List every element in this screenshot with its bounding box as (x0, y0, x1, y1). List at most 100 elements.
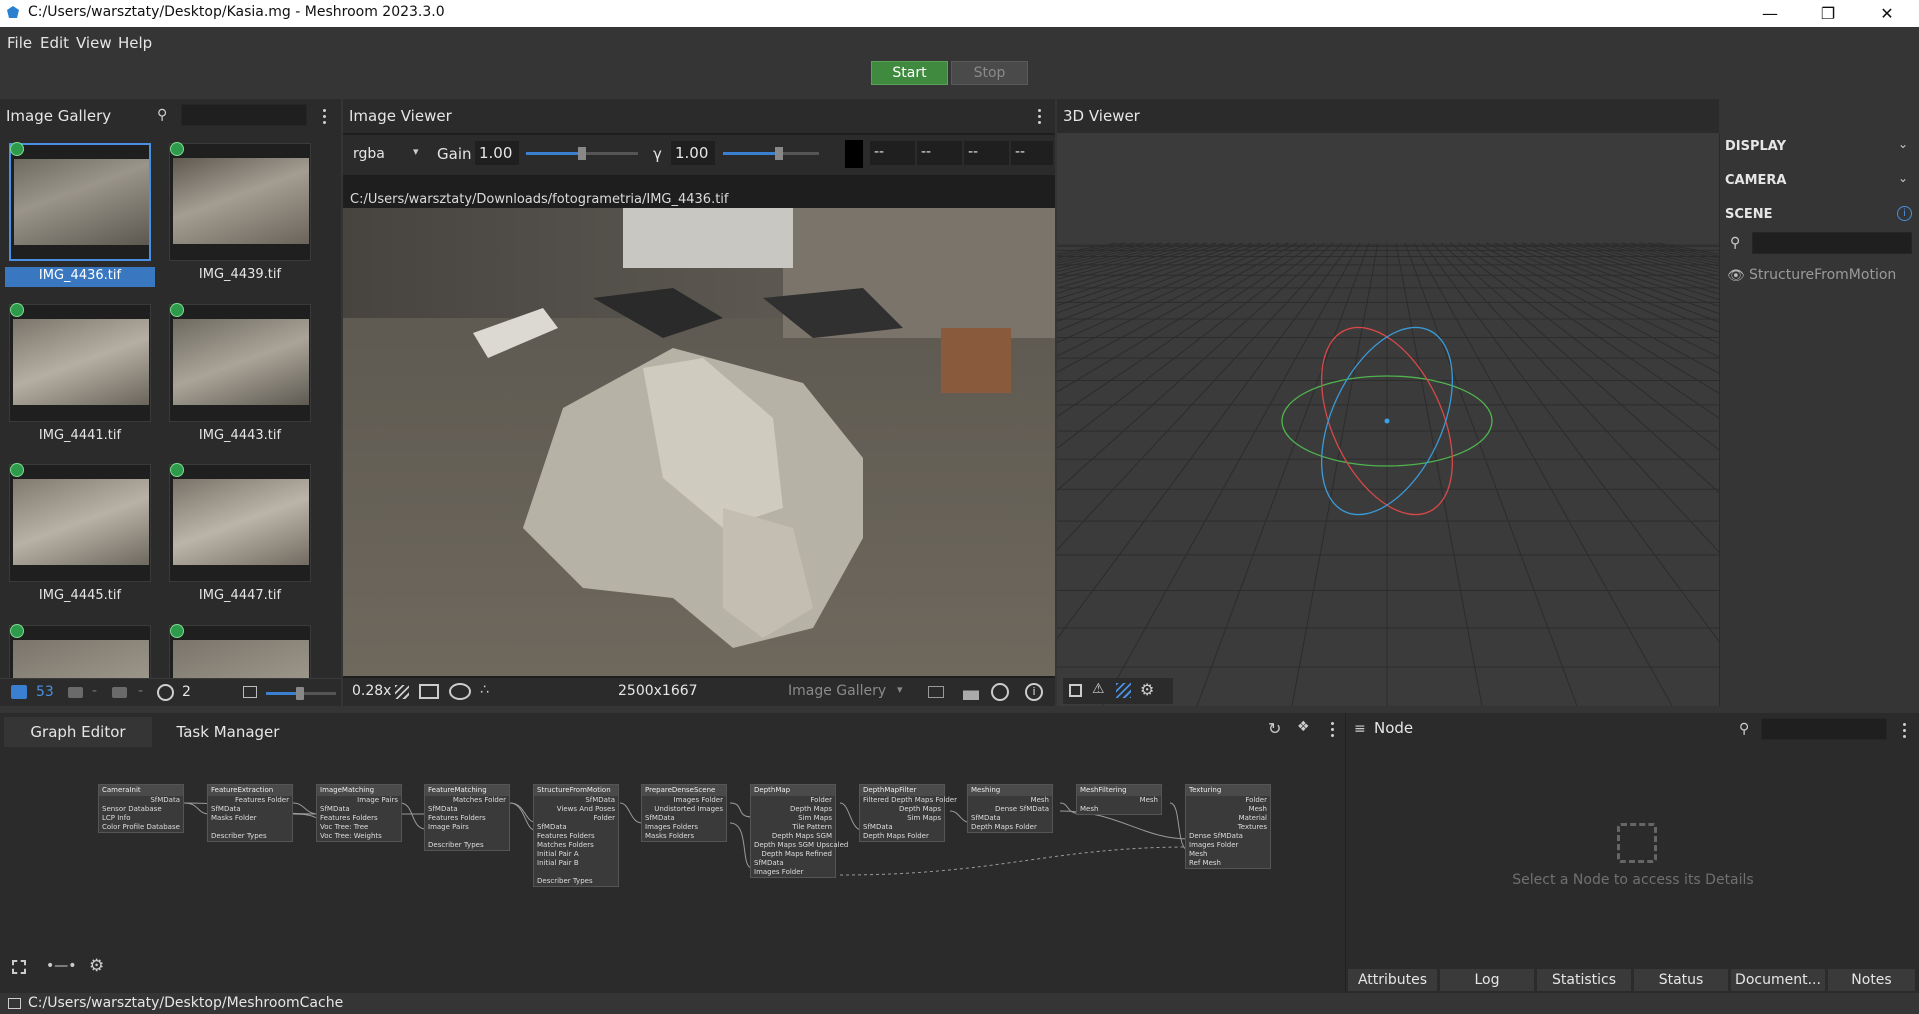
graph-node-input[interactable] (534, 868, 618, 877)
gallery-thumbnail[interactable]: IMG_4436.tif (5, 139, 155, 289)
section-camera[interactable]: CAMERA (1725, 173, 1787, 188)
graph-node-input[interactable]: Mesh (1186, 850, 1270, 859)
graph-node-input[interactable] (425, 832, 509, 841)
slider-handle[interactable] (775, 147, 783, 160)
section-scene[interactable]: SCENE (1725, 207, 1773, 222)
graph-node[interactable]: FeatureExtraction Features Folder SfMData M… (207, 784, 293, 842)
aperture-icon[interactable] (157, 684, 174, 701)
graph-node-input[interactable] (208, 823, 292, 832)
thumbnail-size-slider[interactable] (266, 687, 336, 700)
chevron-down-icon[interactable]: ▾ (413, 145, 419, 158)
camera-icon[interactable] (68, 687, 83, 698)
tab-status[interactable]: Status (1634, 969, 1729, 991)
menu-edit[interactable]: Edit (40, 34, 69, 52)
graph-node-input[interactable]: SfMData (751, 859, 835, 868)
graph-node-output[interactable]: SfMData (534, 796, 618, 805)
gallery-search-input[interactable] (181, 104, 307, 126)
graph-node[interactable]: Texturing Folder Mesh Material Textures Dense… (1185, 784, 1271, 869)
graph-node[interactable]: DepthMap Folder Depth Maps Sim Maps Tile Pat… (750, 784, 848, 878)
graph-node-input[interactable]: Mesh (1077, 805, 1161, 814)
tab-notes[interactable]: Notes (1828, 969, 1916, 991)
start-button[interactable]: Start (871, 61, 948, 85)
graph-node-input[interactable]: Images Folder (751, 868, 835, 877)
tab-log[interactable]: Log (1440, 969, 1535, 991)
points-icon[interactable]: ∴ (480, 682, 489, 698)
graph-node-input[interactable]: SfMData (642, 814, 726, 823)
gallery-thumbnail[interactable]: IMG_4445.tif (5, 460, 155, 610)
graph-node-input[interactable]: SfMData (534, 823, 618, 832)
image-icon[interactable] (11, 685, 27, 699)
frame-icon[interactable] (419, 684, 439, 699)
graph-node-input[interactable]: Describer Types (425, 841, 509, 850)
image-canvas[interactable] (343, 208, 1055, 676)
eye-icon[interactable]: 👁 (1727, 268, 1745, 284)
gallery-thumbnail[interactable] (5, 621, 155, 678)
graph-node[interactable]: FeatureMatching Matches Folder SfMData Feat… (424, 784, 510, 851)
lens-icon[interactable] (449, 683, 471, 700)
graph-node-input[interactable]: Ref Mesh (1186, 859, 1270, 868)
graph-node-input[interactable]: SfMData (425, 805, 509, 814)
fit-icon[interactable] (12, 960, 26, 974)
tab-attributes[interactable]: Attributes (1348, 969, 1438, 991)
scene-item[interactable]: StructureFromMotion (1749, 267, 1896, 283)
refresh-icon[interactable]: ↻ (1268, 719, 1281, 738)
graph-node-output[interactable]: Dense SfMData (968, 805, 1052, 814)
graph-node-output[interactable]: Tile Pattern (751, 823, 835, 832)
graph-node-input[interactable]: Depth Maps Folder (860, 832, 944, 841)
graph-node-input[interactable]: Matches Folders (534, 841, 618, 850)
graph-node-input[interactable]: Features Folders (425, 814, 509, 823)
graph-node-output[interactable]: Features Folder (208, 796, 292, 805)
graph-node-input[interactable]: Sensor Database (99, 805, 183, 814)
graph-node-input[interactable]: Describer Types (208, 832, 292, 841)
gallery-thumbnail[interactable]: IMG_4443.tif (165, 300, 315, 450)
menu-help[interactable]: Help (118, 34, 152, 52)
source-select[interactable]: Image Gallery (788, 683, 886, 699)
warning-icon[interactable]: ⚠ (1092, 681, 1105, 697)
graph-node[interactable]: MeshFiltering Mesh Mesh (1076, 784, 1162, 815)
gear-icon[interactable]: ⚙ (89, 956, 104, 976)
graph-node-output[interactable]: Depth Maps Refined (751, 850, 835, 859)
graph-node-input[interactable]: Color Profile Database (99, 823, 183, 832)
minimize-button[interactable]: — (1747, 0, 1793, 27)
square-icon[interactable] (1069, 684, 1082, 697)
graph-node-output[interactable]: Mesh (1186, 805, 1270, 814)
graph-node-output[interactable]: Depth Maps SGM (751, 832, 835, 841)
graph-node-output[interactable]: Depth Maps (751, 805, 835, 814)
gallery-menu-icon[interactable] (319, 107, 329, 125)
graph-node-input[interactable]: Voc Tree: Tree (317, 823, 401, 832)
graph-node-input[interactable]: Features Folders (317, 814, 401, 823)
graph-node-output[interactable]: Folder (1186, 796, 1270, 805)
chevron-down-icon[interactable]: ⌄ (1898, 137, 1908, 151)
gain-input[interactable]: 1.00 (475, 141, 519, 165)
graph-node[interactable]: DepthMapFilter Filtered Depth Maps Folder… (859, 784, 957, 842)
graph-node-output[interactable]: Sim Maps (751, 814, 835, 823)
graph-node-input[interactable]: Initial Pair A (534, 850, 618, 859)
graph-node-output[interactable]: Depth Maps (860, 805, 944, 814)
graph-node-input[interactable]: LCP Info (99, 814, 183, 823)
gallery-thumbnail[interactable]: IMG_4439.tif (165, 139, 315, 289)
graph-node-input[interactable]: Initial Pair B (534, 859, 618, 868)
graph-node-input[interactable]: Images Folders (642, 823, 726, 832)
export-icon[interactable] (928, 686, 944, 698)
gamma-input[interactable]: 1.00 (671, 141, 715, 165)
graph-node[interactable]: ImageMatching Image Pairs SfMData Features … (316, 784, 402, 842)
graph-node-output[interactable]: Mesh (1077, 796, 1161, 805)
graph-node-output[interactable]: Mesh (968, 796, 1052, 805)
graph-node-input[interactable]: Depth Maps Folder (968, 823, 1052, 832)
viewer-menu-icon[interactable] (1034, 107, 1044, 125)
graph-node-input[interactable]: SfMData (208, 805, 292, 814)
gain-slider[interactable] (526, 147, 638, 160)
graph-node-output[interactable]: Textures (1186, 823, 1270, 832)
graph-node[interactable]: CameraInit SfMData Sensor Database LCP Info… (98, 784, 184, 833)
graph-node-input[interactable]: Describer Types (534, 877, 618, 886)
connections-icon[interactable]: •—• (46, 958, 77, 974)
graph-node-output[interactable]: Folder (751, 796, 835, 805)
node-menu-icon[interactable] (1899, 721, 1909, 739)
graph-editor[interactable]: CameraInit SfMData Sensor Database LCP Info… (0, 747, 1344, 993)
graph-node-output[interactable]: Sim Maps (860, 814, 944, 823)
info-icon[interactable]: i (1025, 683, 1043, 701)
info-icon[interactable]: i (1897, 206, 1912, 221)
tab-task-manager[interactable]: Task Manager (154, 717, 302, 747)
graph-node-output[interactable]: Folder (534, 814, 618, 823)
graph-node-input[interactable]: Images Folder (1186, 841, 1270, 850)
